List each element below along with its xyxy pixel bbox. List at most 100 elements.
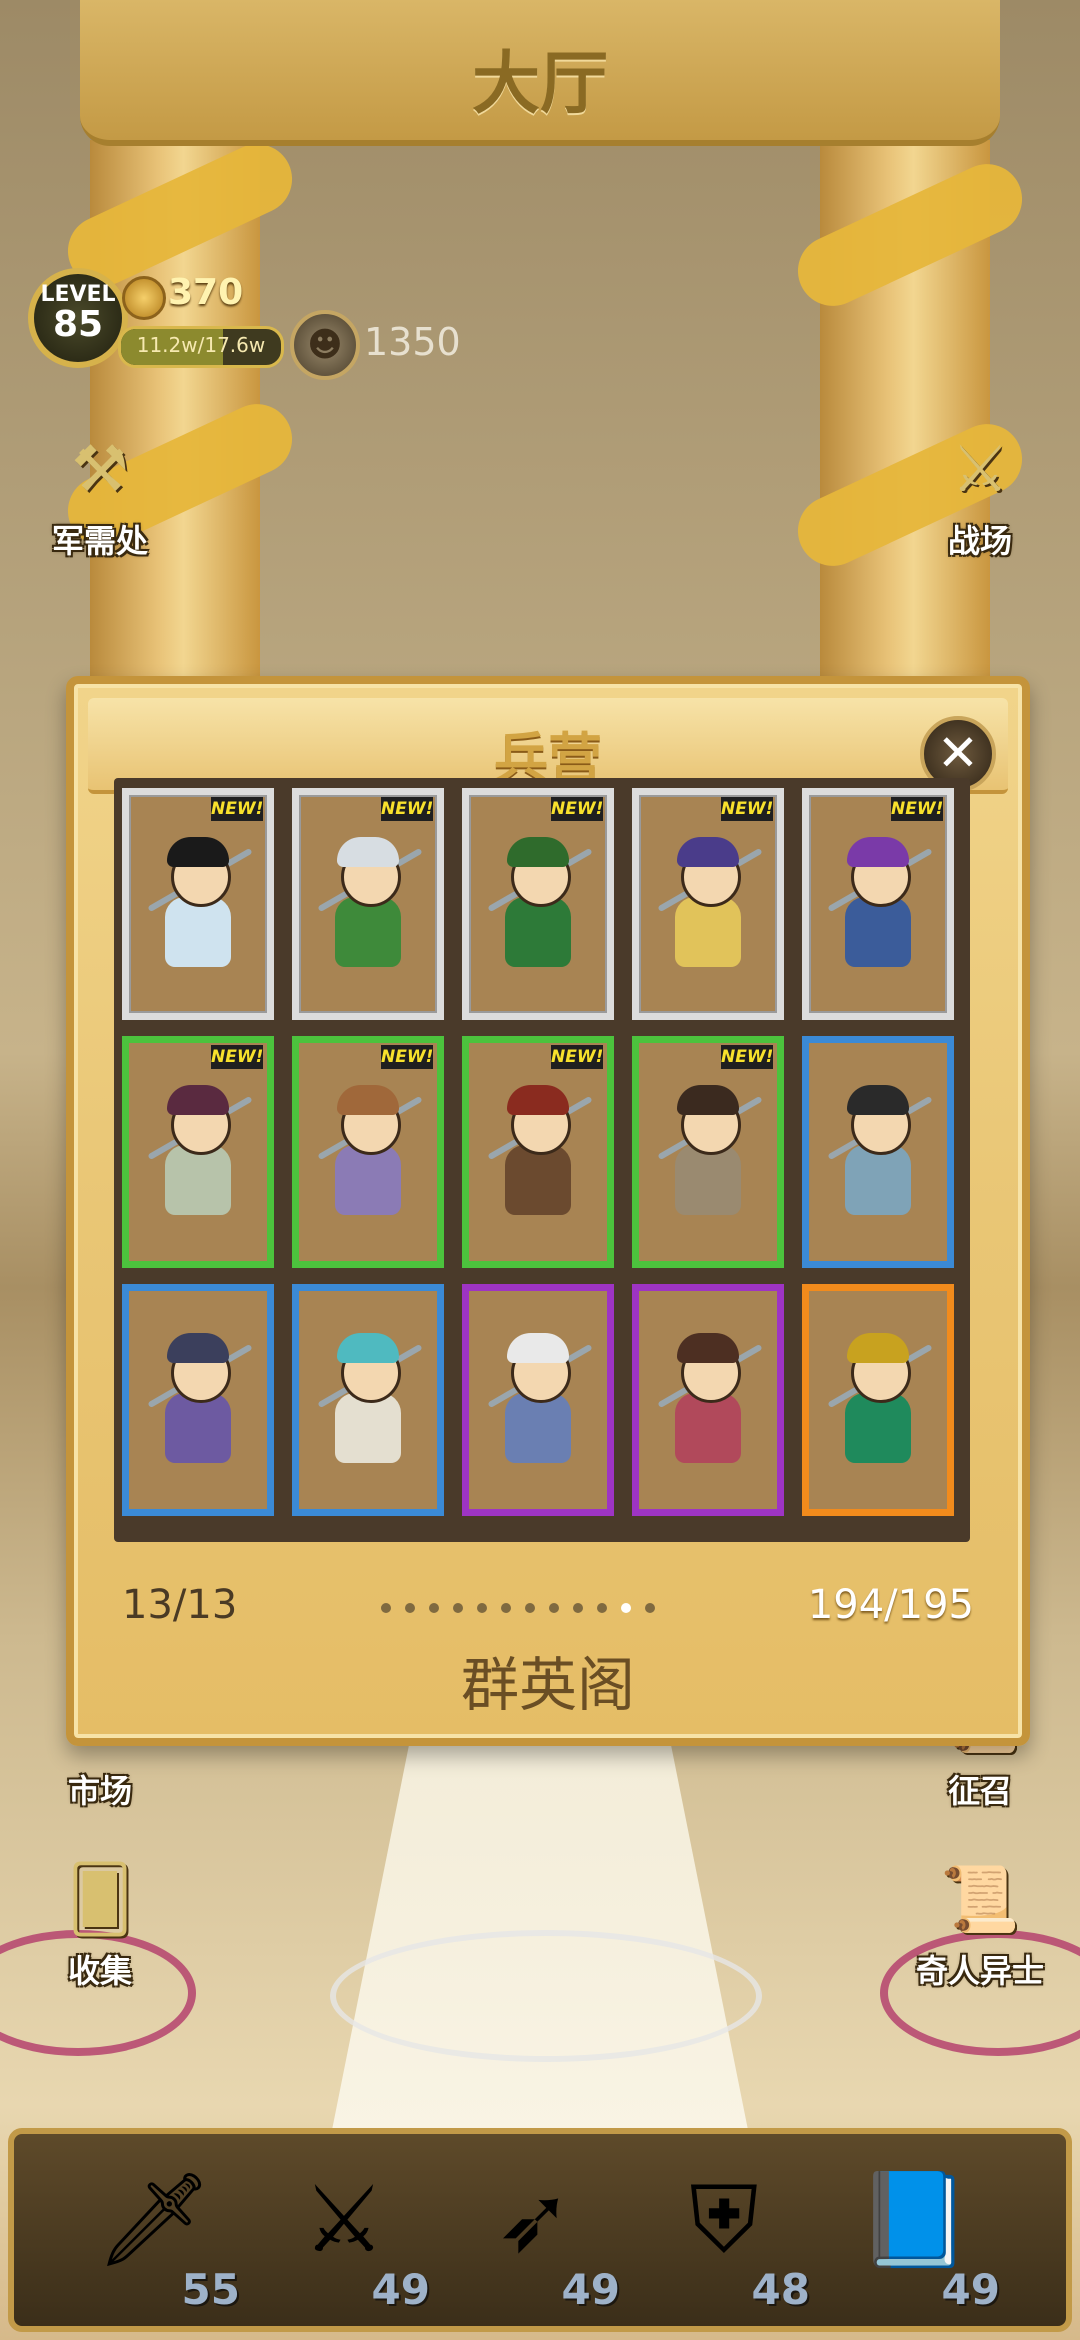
- hero-portrait: [827, 1333, 933, 1483]
- summon-circle: [330, 1930, 762, 2062]
- hero-card[interactable]: NEW!: [632, 1036, 784, 1268]
- hero-body: [335, 897, 401, 967]
- hero-hair: [337, 1085, 399, 1115]
- hero-body: [505, 897, 571, 967]
- hero-body: [335, 1393, 401, 1463]
- special-label: 奇人异士: [915, 1952, 1044, 1990]
- hero-portrait: [487, 1333, 593, 1483]
- cards-icon: 🂠: [67, 1863, 133, 1937]
- hero-card[interactable]: [122, 1284, 274, 1516]
- collect-button[interactable]: 🂠 收集: [20, 1860, 180, 1992]
- hero-hair: [337, 1333, 399, 1363]
- hero-card[interactable]: [462, 1284, 614, 1516]
- hero-hair: [337, 837, 399, 867]
- inventory-item[interactable]: 🗡 55: [74, 2154, 254, 2324]
- page-dot[interactable]: [453, 1603, 463, 1613]
- hero-hair: [507, 837, 569, 867]
- hero-body: [675, 897, 741, 967]
- hero-hair: [677, 1333, 739, 1363]
- hero-card[interactable]: [802, 1036, 954, 1268]
- page-dot[interactable]: [549, 1603, 559, 1613]
- hero-portrait: [147, 1333, 253, 1483]
- inventory-item[interactable]: ⚔ 49: [264, 2154, 444, 2324]
- item-count: 49: [561, 2265, 620, 2314]
- hero-portrait: [827, 837, 933, 987]
- page-dot[interactable]: [429, 1603, 439, 1613]
- new-badge: NEW!: [891, 797, 944, 821]
- recruit-label: 征召: [947, 1772, 1012, 1810]
- page-dot[interactable]: [381, 1603, 391, 1613]
- page-dots[interactable]: [374, 1598, 662, 1614]
- item-count: 49: [941, 2265, 1000, 2314]
- shop-label: 军需处: [51, 522, 148, 560]
- page-dot[interactable]: [573, 1603, 583, 1613]
- new-badge: NEW!: [721, 797, 774, 821]
- collect-label: 收集: [67, 1952, 132, 1990]
- hero-hair: [167, 837, 229, 867]
- hero-card[interactable]: NEW!: [292, 788, 444, 1020]
- hero-portrait: [487, 1085, 593, 1235]
- item-count: 48: [751, 2265, 810, 2314]
- crossed-swords-icon: ⚔: [951, 433, 1009, 507]
- hero-card[interactable]: [292, 1284, 444, 1516]
- exp-text: 11.2w/17.6w: [136, 333, 266, 357]
- new-badge: NEW!: [551, 1045, 604, 1069]
- hero-body: [165, 1145, 231, 1215]
- hero-hair: [847, 1333, 909, 1363]
- hero-card[interactable]: NEW!: [802, 788, 954, 1020]
- page-dot[interactable]: [621, 1603, 631, 1613]
- page-dot[interactable]: [501, 1603, 511, 1613]
- hero-card[interactable]: NEW!: [632, 788, 784, 1020]
- level-badge[interactable]: LEVEL 85: [28, 268, 128, 368]
- hero-card[interactable]: NEW!: [292, 1036, 444, 1268]
- page-dot[interactable]: [525, 1603, 535, 1613]
- hero-portrait: [317, 1085, 423, 1235]
- hero-body: [165, 1393, 231, 1463]
- hero-card[interactable]: [802, 1284, 954, 1516]
- hero-count: 194/195: [807, 1582, 974, 1628]
- page-dot[interactable]: [477, 1603, 487, 1613]
- hero-card[interactable]: NEW!: [122, 788, 274, 1020]
- item-count: 49: [371, 2265, 430, 2314]
- barracks-dialog: 兵营 ✕ NEW! NEW! NEW! NEW! NEW! NEW! NEW! NEW! NEW…: [66, 676, 1030, 1746]
- hero-hair: [677, 837, 739, 867]
- spear-icon: ➶: [495, 2166, 573, 2273]
- hero-grid: NEW! NEW! NEW! NEW! NEW! NEW! NEW! NEW! NEW!: [114, 778, 970, 1542]
- page-dot[interactable]: [645, 1603, 655, 1613]
- hero-hair: [507, 1333, 569, 1363]
- hero-card[interactable]: NEW!: [122, 1036, 274, 1268]
- section-name: 群英阁: [460, 1651, 635, 1719]
- inventory-item[interactable]: 📘 49: [834, 2154, 1014, 2324]
- page-title: 大厅: [471, 45, 608, 124]
- hero-hair: [847, 837, 909, 867]
- exp-bar: 11.2w/17.6w: [118, 326, 284, 368]
- new-badge: NEW!: [381, 797, 434, 821]
- hammer-icon: ⚒: [71, 433, 129, 507]
- special-button[interactable]: 📜 奇人异士: [880, 1860, 1080, 1992]
- demon-mask-icon: ☻: [290, 310, 360, 380]
- hero-body: [845, 1393, 911, 1463]
- inventory-item[interactable]: ⛨ 48: [644, 2154, 824, 2324]
- hero-card[interactable]: [632, 1284, 784, 1516]
- page-dot[interactable]: [405, 1603, 415, 1613]
- inventory-item[interactable]: ➶ 49: [454, 2154, 634, 2324]
- hero-body: [165, 897, 231, 967]
- hero-body: [505, 1145, 571, 1215]
- level-value: 85: [52, 304, 104, 345]
- page-dot[interactable]: [597, 1603, 607, 1613]
- new-badge: NEW!: [721, 1045, 774, 1069]
- hero-card[interactable]: NEW!: [462, 1036, 614, 1268]
- hero-portrait: [827, 1085, 933, 1235]
- shop-button[interactable]: ⚒ 军需处: [20, 430, 180, 562]
- new-badge: NEW!: [211, 797, 264, 821]
- sword-icon: 🗡: [95, 2166, 213, 2273]
- hero-card[interactable]: NEW!: [462, 788, 614, 1020]
- hero-portrait: [317, 1333, 423, 1483]
- market-label: 市场: [67, 1772, 132, 1810]
- item-count: 55: [181, 2265, 240, 2314]
- hero-hair: [167, 1085, 229, 1115]
- broadsword-icon: ⚔: [302, 2166, 386, 2273]
- battle-button[interactable]: ⚔ 战场: [900, 430, 1060, 562]
- inventory-bar: 🗡 55 ⚔ 49 ➶ 49 ⛨ 48 📘 49: [8, 2128, 1072, 2332]
- hero-hair: [677, 1085, 739, 1115]
